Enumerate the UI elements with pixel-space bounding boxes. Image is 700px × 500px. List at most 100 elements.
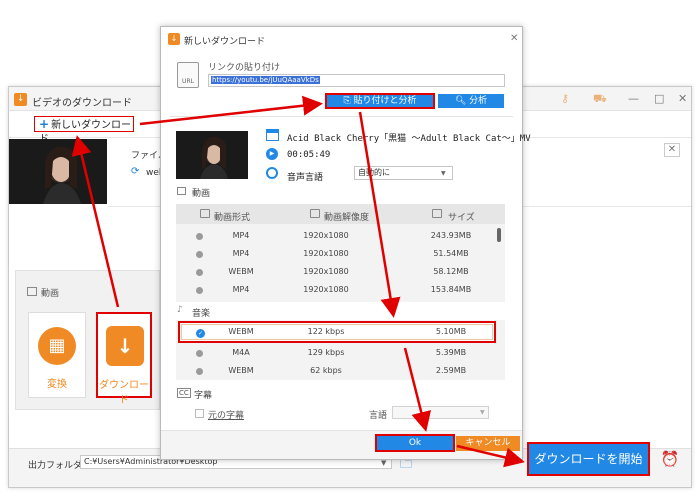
row-bitrate: 62 kbps	[310, 366, 342, 375]
original-subtitle-label[interactable]: 元の字幕	[208, 408, 244, 421]
convert-label: 変換	[47, 379, 67, 390]
chevron-down-icon[interactable]: ▼	[441, 170, 446, 177]
video-section-icon	[177, 187, 186, 195]
key-icon[interactable]: ⚷	[561, 92, 569, 105]
analyze-button[interactable]: 🔍︎ 分析	[438, 94, 504, 108]
row-format: WEBM	[228, 267, 254, 276]
video-row[interactable]: MP4 1920x1080 153.84MB	[176, 282, 498, 299]
row-size: 2.59MB	[435, 366, 467, 375]
row-format: MP4	[232, 285, 250, 294]
play-icon: ▶	[266, 148, 278, 160]
row-size: 5.39MB	[435, 348, 467, 357]
chevron-down-icon[interactable]: ▼	[381, 459, 386, 467]
search-icon: 🔍︎	[454, 96, 470, 106]
column-format: 動画形式	[214, 213, 251, 223]
row-resolution: 1920x1080	[303, 249, 349, 258]
radio-icon[interactable]	[196, 350, 203, 357]
row-size: 51.54MB	[433, 249, 469, 258]
remove-item-icon[interactable]: ✕	[664, 143, 680, 157]
audio-row[interactable]: WEBM 62 kbps 2.59MB	[176, 363, 498, 380]
url-value: https://youtu.be/jUuQAaaVkDs	[211, 76, 320, 84]
download-arrow-icon: ↓	[106, 326, 144, 366]
video-row[interactable]: MP4 1920x1080 243.93MB	[176, 228, 498, 245]
audio-row[interactable]: M4A 129 kbps 5.39MB	[176, 345, 498, 362]
subtitle-language-select[interactable]	[392, 406, 489, 419]
format-icon: ⟳	[131, 166, 140, 177]
video-thumbnail	[9, 139, 107, 204]
download-tile[interactable]: ↓ ダウンロード	[96, 312, 152, 406]
clipboard-search-icon: ⎘	[343, 96, 354, 106]
row-size: 153.84MB	[430, 285, 472, 294]
main-window-title: ビデオのダウンロード	[32, 98, 132, 109]
video-duration: 00:05:49	[287, 150, 331, 160]
url-input[interactable]: https://youtu.be/jUuQAaaVkDs	[208, 74, 505, 87]
minimize-icon[interactable]: —	[628, 92, 639, 105]
column-resolution: 動画解像度	[324, 213, 370, 223]
paste-link-label: リンクの貼り付け	[208, 63, 281, 73]
globe-icon	[266, 167, 278, 179]
size-column-icon	[432, 209, 442, 218]
paste-analyze-label: 貼り付けと分析	[353, 96, 417, 106]
row-format: WEBM	[228, 366, 254, 375]
new-download-button[interactable]: +新しいダウンロード	[34, 116, 134, 145]
audio-row[interactable]: WEBM 122 kbps 5.10MB	[176, 324, 498, 341]
plus-icon: +	[39, 117, 50, 131]
paste-and-analyze-button[interactable]: ⎘ 貼り付けと分析	[325, 93, 435, 109]
subtitle-icon: CC	[177, 388, 191, 398]
row-format: MP4	[232, 231, 250, 240]
radio-icon[interactable]	[196, 233, 203, 240]
row-size: 243.93MB	[430, 231, 472, 240]
audio-language-label: 音声言語	[287, 173, 324, 183]
resolution-column-icon	[310, 209, 320, 218]
row-format: WEBM	[228, 327, 254, 336]
download-app-icon: ↓	[14, 93, 27, 106]
dialog-app-icon: ↓	[168, 33, 180, 45]
dialog-title: 新しいダウンロード	[184, 37, 266, 47]
video-row[interactable]: WEBM 1920x1080 58.12MB	[176, 264, 498, 281]
dialog-close-icon[interactable]: ✕	[510, 33, 518, 44]
video-title: Acid Black Cherry「黒猫 ～Adult Black Cat～」M…	[287, 134, 531, 144]
subtitle-section-label: 字幕	[194, 391, 213, 401]
radio-icon[interactable]	[196, 287, 203, 294]
convert-tile[interactable]: ▦ 変換	[28, 312, 86, 398]
audio-section-label: 音楽	[192, 309, 211, 319]
divider	[170, 116, 513, 117]
table-scrollbar[interactable]	[497, 228, 501, 242]
format-column-icon	[200, 209, 210, 218]
cancel-button[interactable]: キャンセル	[456, 436, 520, 451]
row-format: M4A	[232, 348, 250, 357]
dialog-video-thumbnail	[176, 131, 248, 179]
original-subtitle-checkbox[interactable]	[195, 409, 204, 418]
url-link-icon: URL	[177, 62, 199, 88]
analyze-label: 分析	[469, 96, 488, 106]
radio-icon[interactable]	[196, 368, 203, 375]
row-format: MP4	[232, 249, 250, 258]
video-section-icon	[27, 287, 37, 296]
video-section-label: 動画	[192, 189, 211, 199]
row-size: 5.10MB	[435, 327, 467, 336]
audio-language-select[interactable]: 自動的に	[354, 166, 453, 180]
music-note-icon: ♪	[177, 305, 183, 315]
video-title-icon	[266, 129, 279, 141]
column-size: サイズ	[448, 213, 475, 223]
row-bitrate: 122 kbps	[307, 327, 345, 336]
check-icon[interactable]: ✓	[196, 329, 205, 338]
radio-icon[interactable]	[196, 269, 203, 276]
close-icon[interactable]: ✕	[678, 92, 687, 105]
row-size: 58.12MB	[433, 267, 469, 276]
ok-button[interactable]: Ok	[375, 434, 455, 452]
subtitle-language-label: 言語	[369, 411, 388, 421]
cart-icon[interactable]: ⛟	[593, 92, 607, 107]
maximize-icon[interactable]: □	[654, 92, 664, 105]
radio-icon[interactable]	[196, 251, 203, 258]
start-download-button[interactable]: ダウンロードを開始	[527, 442, 650, 476]
video-row[interactable]: MP4 1920x1080 51.54MB	[176, 246, 498, 263]
row-resolution: 1920x1080	[303, 231, 349, 240]
download-label: ダウンロード	[99, 380, 149, 406]
film-icon: ▦	[38, 327, 76, 365]
chevron-down-icon[interactable]: ▼	[480, 409, 485, 416]
row-resolution: 1920x1080	[303, 285, 349, 294]
row-bitrate: 129 kbps	[307, 348, 345, 357]
video-section-label: 動画	[41, 289, 60, 299]
alarm-clock-icon[interactable]: ⏰	[660, 450, 680, 470]
